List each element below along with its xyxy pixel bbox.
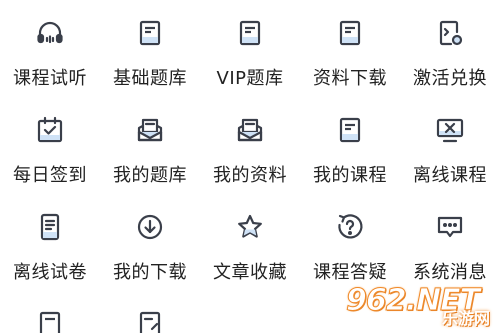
menu-item-label: 资料下载 (313, 68, 387, 89)
offline-monitor-icon (435, 115, 465, 145)
menu-item-label: 基础题库 (113, 68, 187, 89)
menu-item-label: 离线课程 (413, 165, 487, 186)
menu-item-label: 每日签到 (13, 165, 87, 186)
calendar-check-icon (35, 115, 65, 145)
headphones-icon (35, 18, 65, 48)
book-icon (35, 309, 65, 333)
question-icon (335, 212, 365, 242)
menu-item-offline-papers[interactable]: 离线试卷 (0, 194, 100, 289)
menu-item-my-materials[interactable]: 我的资料 (200, 97, 300, 192)
menu-item-my-downloads[interactable]: 我的下载 (100, 194, 200, 289)
paper-icon (35, 212, 65, 242)
menu-item-activate-redeem[interactable]: 激活兑换 (400, 0, 500, 95)
menu-item-article-favorites[interactable]: 文章收藏 (200, 194, 300, 289)
menu-item-basic-question-bank[interactable]: 基础题库 (100, 0, 200, 95)
download-icon (135, 212, 165, 242)
envelope-icon (235, 115, 265, 145)
menu-item-label: 系统消息 (413, 262, 487, 283)
menu-item-daily-checkin[interactable]: 每日签到 (0, 97, 100, 192)
menu-item-label: 课程答疑 (313, 262, 387, 283)
book-icon (335, 18, 365, 48)
menu-item-partial-2[interactable] (100, 291, 200, 333)
menu-item-label: VIP题库 (216, 68, 284, 89)
star-icon (235, 212, 265, 242)
menu-item-course-qa[interactable]: 课程答疑 (300, 194, 400, 289)
message-icon (435, 212, 465, 242)
menu-item-material-download[interactable]: 资料下载 (300, 0, 400, 95)
menu-item-vip-question-bank[interactable]: VIP题库 (200, 0, 300, 95)
menu-item-label: 课程试听 (13, 68, 87, 89)
envelope-icon (135, 115, 165, 145)
menu-item-label: 激活兑换 (413, 68, 487, 89)
activate-icon (435, 18, 465, 48)
watermark-sub: 乐游网 (441, 309, 490, 328)
menu-item-label: 我的课程 (313, 165, 387, 186)
menu-item-system-messages[interactable]: 系统消息 (400, 194, 500, 289)
menu-item-my-question-bank[interactable]: 我的题库 (100, 97, 200, 192)
menu-item-label: 离线试卷 (13, 262, 87, 283)
menu-item-partial-1[interactable] (0, 291, 100, 333)
menu-item-course-trial[interactable]: 课程试听 (0, 0, 100, 95)
menu-item-my-courses[interactable]: 我的课程 (300, 97, 400, 192)
book-icon (135, 18, 165, 48)
edit-document-icon (135, 309, 165, 333)
menu-item-label: 文章收藏 (213, 262, 287, 283)
menu-item-label: 我的下载 (113, 262, 187, 283)
menu-item-label: 我的题库 (113, 165, 187, 186)
menu-item-offline-courses[interactable]: 离线课程 (400, 97, 500, 192)
menu-item-label: 我的资料 (213, 165, 287, 186)
site-watermark-logo: 962.NET 乐游网 (344, 283, 494, 331)
book-icon (235, 18, 265, 48)
book-icon (335, 115, 365, 145)
